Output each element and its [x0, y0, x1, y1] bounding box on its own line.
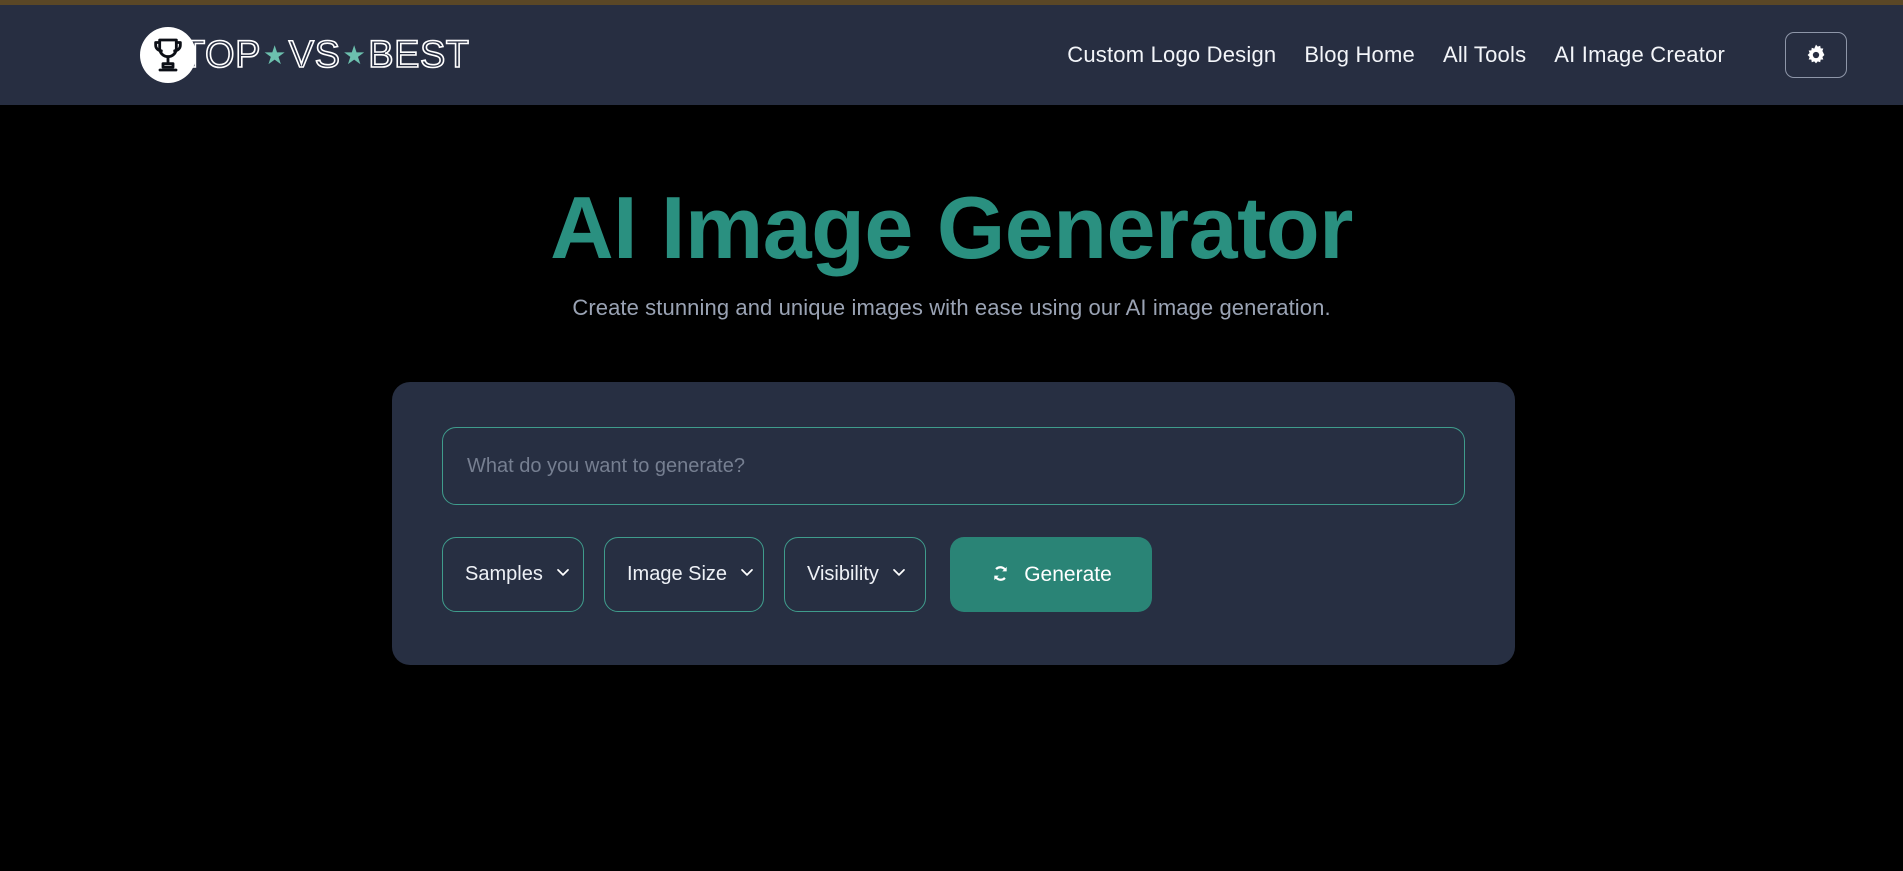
hero-section: AI Image Generator Create stunning and u…	[0, 105, 1903, 321]
generate-button-label: Generate	[1024, 562, 1112, 586]
nav-custom-logo-design[interactable]: Custom Logo Design	[1067, 42, 1276, 68]
page-subtitle: Create stunning and unique images with e…	[572, 294, 1331, 320]
page-root: TOP★VS★BEST Custom Logo Design Blog Home…	[0, 0, 1903, 871]
star-icon-1: ★	[262, 40, 287, 70]
brand-text-best: BEST	[367, 34, 470, 76]
main-navigation: Custom Logo Design Blog Home All Tools A…	[1067, 32, 1903, 78]
samples-select-label: Samples	[465, 563, 543, 585]
prompt-field-wrapper	[442, 427, 1465, 505]
brand-logo[interactable]: TOP★VS★BEST	[140, 27, 470, 83]
site-header: TOP★VS★BEST Custom Logo Design Blog Home…	[0, 5, 1903, 105]
samples-select[interactable]: Samples	[442, 537, 584, 612]
generate-button[interactable]: Generate	[950, 537, 1152, 612]
chevron-down-icon	[553, 562, 573, 587]
nav-blog-home[interactable]: Blog Home	[1304, 42, 1415, 68]
chevron-down-icon	[889, 562, 909, 587]
nav-ai-image-creator[interactable]: AI Image Creator	[1554, 42, 1725, 68]
image-size-select-label: Image Size	[627, 563, 728, 585]
theme-toggle-button[interactable]	[1785, 32, 1847, 78]
prompt-input[interactable]	[442, 427, 1465, 505]
brand-text-vs: VS	[288, 34, 341, 76]
generator-panel: Samples Image Size Visibility	[392, 382, 1515, 665]
refresh-icon	[990, 563, 1011, 587]
sun-gear-icon	[1804, 43, 1828, 67]
visibility-select-label: Visibility	[807, 563, 879, 585]
image-size-select[interactable]: Image Size	[604, 537, 764, 612]
brand-wordmark: TOP★VS★BEST	[181, 34, 470, 76]
chevron-down-icon	[737, 562, 757, 587]
visibility-select[interactable]: Visibility	[784, 537, 926, 612]
nav-all-tools[interactable]: All Tools	[1443, 42, 1526, 68]
star-icon-2: ★	[342, 40, 367, 70]
trophy-icon	[140, 27, 196, 83]
page-title: AI Image Generator	[550, 178, 1353, 277]
generator-controls: Samples Image Size Visibility Generate	[442, 537, 1152, 612]
